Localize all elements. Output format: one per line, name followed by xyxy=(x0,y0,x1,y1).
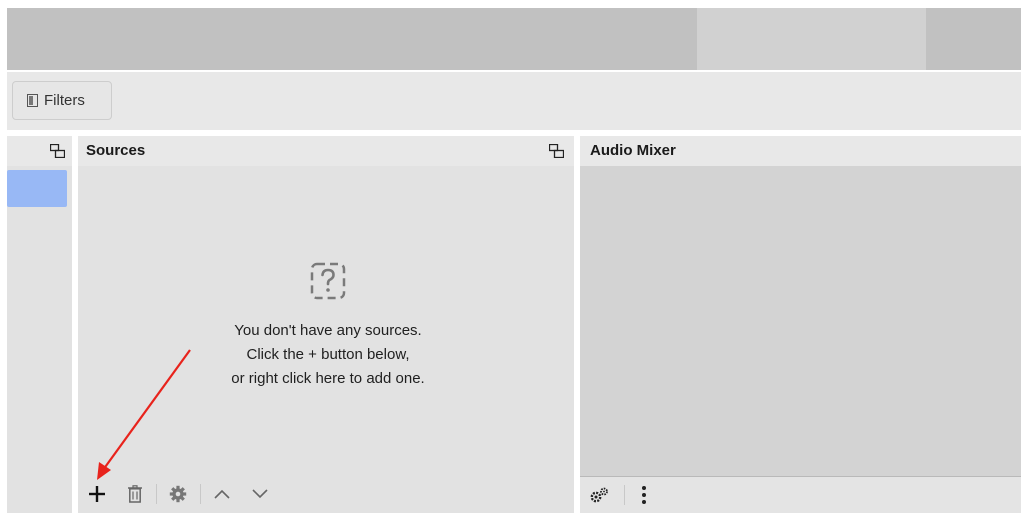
move-source-down-button[interactable] xyxy=(248,482,272,506)
sources-title: Sources xyxy=(86,142,146,159)
empty-line-1: You don't have any sources. xyxy=(234,322,422,339)
move-source-up-button[interactable] xyxy=(210,482,234,506)
empty-line-3: or right click here to add one. xyxy=(231,370,425,387)
vertical-ellipsis-icon xyxy=(642,486,646,504)
gear-icon xyxy=(169,485,187,503)
chevron-up-icon xyxy=(214,489,230,499)
filters-label: Filters xyxy=(44,92,85,109)
question-icon xyxy=(310,262,346,300)
controls-separator xyxy=(156,484,157,504)
filters-button[interactable]: Filters xyxy=(12,81,112,120)
sources-undock-icon[interactable] xyxy=(549,144,564,158)
audio-mixer-title: Audio Mixer xyxy=(590,142,676,159)
controls-separator xyxy=(200,484,201,504)
remove-source-button[interactable] xyxy=(124,482,146,506)
chevron-down-icon xyxy=(252,489,268,499)
empty-line-2: Click the + button below, xyxy=(246,346,410,363)
scenes-undock-icon[interactable] xyxy=(50,144,65,158)
gears-icon xyxy=(590,487,608,503)
source-properties-button[interactable] xyxy=(167,482,189,506)
audio-controls-separator xyxy=(624,485,625,505)
preview-strip-highlight xyxy=(697,8,926,70)
add-source-button[interactable] xyxy=(84,481,110,507)
advanced-audio-button[interactable] xyxy=(587,483,611,507)
sources-dock-header xyxy=(78,136,574,166)
toolbar xyxy=(7,72,1021,130)
audio-mixer-menu-button[interactable] xyxy=(634,483,654,507)
filters-icon xyxy=(27,94,38,107)
empty-sources-message: You don't have any sources. Click the + … xyxy=(178,319,478,391)
trash-icon xyxy=(128,485,142,503)
selected-scene-item[interactable] xyxy=(7,170,67,207)
plus-icon xyxy=(89,486,105,502)
audio-mixer-area xyxy=(580,166,1021,476)
